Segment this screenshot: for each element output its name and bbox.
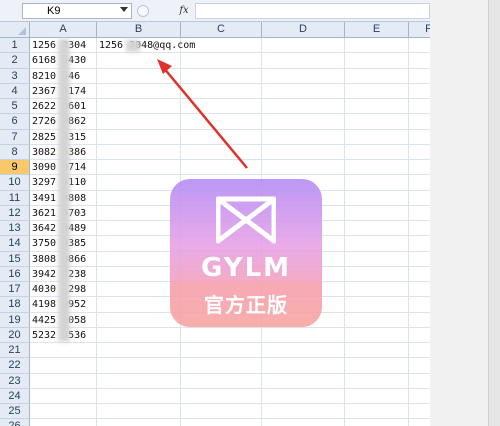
- arrow-shaft: [162, 66, 248, 169]
- watermark-brand: GYLM: [200, 253, 292, 283]
- arrow-head: [157, 59, 172, 74]
- watermark-subtitle: 官方正版: [204, 293, 288, 317]
- watermark-logo: GYLM 官方正版: [170, 179, 322, 327]
- bowtie-envelope-icon: [216, 196, 276, 244]
